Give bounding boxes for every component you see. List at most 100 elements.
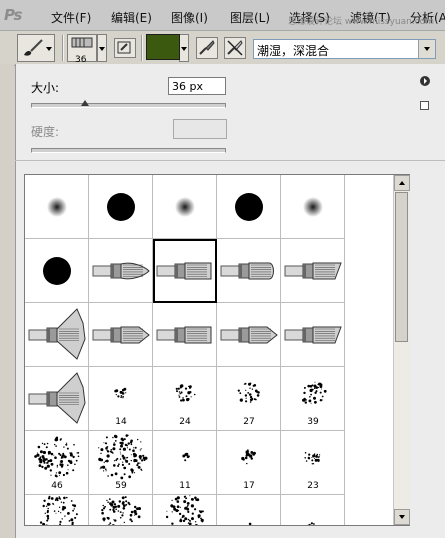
brush-preset-bristle-point[interactable] bbox=[89, 303, 153, 367]
brush-preset-spatter[interactable]: 27 bbox=[217, 367, 281, 431]
scroll-up-button[interactable] bbox=[394, 175, 410, 191]
brush-size-label: 23 bbox=[307, 481, 319, 491]
foreground-color-swatch[interactable] bbox=[146, 34, 180, 60]
menu-image[interactable]: 图像(I) bbox=[171, 9, 208, 26]
brush-tip-icon bbox=[156, 262, 212, 280]
brush-tip-icon bbox=[101, 496, 141, 525]
brush-preset-bristle-point[interactable] bbox=[217, 303, 281, 367]
hardness-label: 硬度: bbox=[31, 125, 60, 139]
brush-preset-spatter[interactable] bbox=[281, 495, 345, 525]
color-dropdown[interactable] bbox=[179, 34, 189, 62]
brush-preset-spatter[interactable]: 46 bbox=[25, 431, 89, 495]
brush-preset-picker[interactable]: 36 bbox=[67, 34, 97, 65]
scrollbar-thumb[interactable] bbox=[395, 192, 408, 342]
brush-size-label: 59 bbox=[115, 481, 127, 491]
brush-preset-hard[interactable] bbox=[217, 175, 281, 239]
brush-preset-dense[interactable] bbox=[153, 495, 217, 525]
size-slider-thumb[interactable] bbox=[81, 100, 90, 106]
brush-preset-spatter[interactable]: 39 bbox=[281, 367, 345, 431]
load-brush-button[interactable] bbox=[196, 37, 218, 59]
brush-mode-select[interactable]: 潮湿，深混合 bbox=[253, 39, 436, 59]
brush-preset-spatter[interactable]: 59 bbox=[89, 431, 153, 495]
menu-layer[interactable]: 图层(L) bbox=[230, 9, 270, 26]
brush-preset-bristle-fan[interactable] bbox=[25, 367, 89, 431]
scroll-down-button[interactable] bbox=[394, 509, 410, 525]
photoshop-logo: Ps bbox=[4, 6, 22, 24]
clean-brush-icon bbox=[227, 40, 243, 56]
brush-size-label: 27 bbox=[243, 417, 255, 427]
brush-tip-icon bbox=[28, 372, 86, 424]
brush-preset-soft[interactable] bbox=[281, 175, 345, 239]
brush-preset-bristle-angle[interactable] bbox=[281, 303, 345, 367]
brush-tip-icon bbox=[175, 197, 195, 217]
brush-tip-icon bbox=[107, 193, 135, 221]
brush-preset-spatter[interactable] bbox=[217, 495, 281, 525]
brush-tip-icon bbox=[284, 262, 342, 280]
brush-preset-bristle-flat[interactable] bbox=[153, 303, 217, 367]
brush-preset-dropdown[interactable] bbox=[97, 34, 107, 62]
brush-tip-icon bbox=[92, 262, 150, 280]
tool-preset-picker[interactable] bbox=[17, 34, 55, 62]
brush-tip-icon bbox=[220, 326, 278, 344]
brush-tip-icon bbox=[165, 495, 204, 525]
brush-tip-icon bbox=[307, 522, 315, 525]
flat-brush-icon bbox=[71, 37, 93, 48]
brush-size-label: 11 bbox=[179, 481, 191, 491]
brush-preset-hard[interactable] bbox=[25, 239, 89, 303]
brush-preset-bristle-blunt[interactable] bbox=[217, 239, 281, 303]
panel-divider bbox=[15, 160, 445, 161]
brush-tip-icon bbox=[284, 326, 342, 344]
brush-tip-icon bbox=[220, 262, 274, 280]
menu-bar: Ps 文件(F) 编辑(E) 图像(I) 图层(L) 选择(S) 滤镜(T) 分… bbox=[0, 0, 445, 31]
canvas-edge bbox=[0, 64, 14, 538]
brush-preset-bristle-fan[interactable] bbox=[25, 303, 89, 367]
brush-preset-dense[interactable] bbox=[25, 495, 89, 525]
brush-tip-icon bbox=[47, 197, 67, 217]
chevron-down-icon bbox=[46, 47, 52, 51]
watermark-text: 思缘设计论坛 www.missyuan.com bbox=[288, 17, 434, 27]
brush-tip-icon bbox=[235, 193, 263, 221]
arrow-up-icon bbox=[399, 181, 405, 185]
toolbar-divider bbox=[141, 35, 142, 61]
brush-panel-toggle[interactable] bbox=[114, 38, 136, 58]
size-input[interactable]: 36 px bbox=[168, 77, 226, 95]
brush-tip-icon bbox=[303, 197, 323, 217]
hardness-input[interactable] bbox=[173, 119, 227, 139]
brush-size-label: 46 bbox=[51, 481, 63, 491]
brush-preset-bristle-flat[interactable] bbox=[153, 239, 217, 303]
new-preset-icon[interactable] bbox=[420, 101, 429, 110]
brush-tip-icon bbox=[248, 522, 253, 525]
brush-preset-spatter[interactable]: 24 bbox=[153, 367, 217, 431]
size-label: 大小: bbox=[31, 81, 60, 95]
brush-preset-spatter[interactable]: 23 bbox=[281, 431, 345, 495]
brush-panel-icon bbox=[117, 41, 131, 54]
brush-preset-soft[interactable] bbox=[25, 175, 89, 239]
brush-preset-grid-frame: 14 24 27 39 46 59 11 17 23 bbox=[24, 174, 410, 526]
clean-brush-button[interactable] bbox=[224, 37, 246, 59]
chevron-down-icon bbox=[181, 47, 187, 51]
brush-tip-icon bbox=[39, 495, 78, 525]
size-slider-track[interactable] bbox=[31, 103, 226, 108]
brush-preset-dense[interactable] bbox=[89, 495, 153, 525]
brush-preset-spatter[interactable]: 17 bbox=[217, 431, 281, 495]
panel-menu-icon[interactable] bbox=[420, 76, 430, 86]
brush-tip-icon bbox=[28, 308, 86, 360]
brush-preset-spatter[interactable]: 11 bbox=[153, 431, 217, 495]
chevron-down-icon bbox=[99, 47, 105, 51]
brush-tip-icon bbox=[92, 326, 150, 344]
brush-preset-bristle-round[interactable] bbox=[89, 239, 153, 303]
menu-edit[interactable]: 编辑(E) bbox=[111, 9, 152, 26]
menu-file[interactable]: 文件(F) bbox=[51, 9, 91, 26]
brush-grid-scrollbar[interactable] bbox=[393, 175, 410, 525]
toolbar-divider bbox=[62, 35, 63, 61]
brush-preset-spatter[interactable]: 14 bbox=[89, 367, 153, 431]
brush-size-label: 14 bbox=[115, 417, 127, 427]
brush-preset-hard[interactable] bbox=[89, 175, 153, 239]
mode-dropdown-button[interactable] bbox=[418, 40, 435, 58]
brush-preset-grid: 14 24 27 39 46 59 11 17 23 bbox=[25, 175, 345, 525]
hardness-slider-track[interactable] bbox=[31, 148, 226, 153]
brush-size-label: 39 bbox=[307, 417, 319, 427]
brush-tip-icon bbox=[43, 257, 71, 285]
brush-preset-bristle-angle[interactable] bbox=[281, 239, 345, 303]
brush-preset-soft[interactable] bbox=[153, 175, 217, 239]
